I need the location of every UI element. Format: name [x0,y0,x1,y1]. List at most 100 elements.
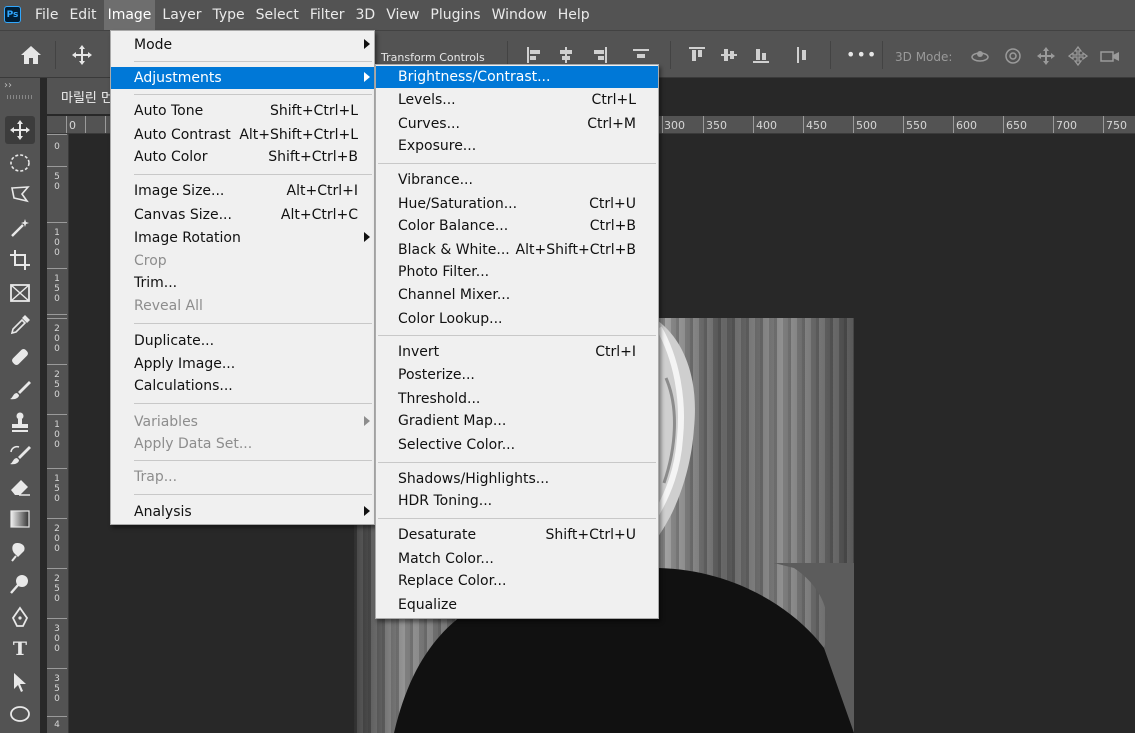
adj-hdr-toning[interactable]: HDR Toning... [376,490,658,512]
adj-invert[interactable]: Invert Ctrl+I [376,341,658,363]
menu-3d[interactable]: 3D [352,0,380,30]
adj-threshold[interactable]: Threshold... [376,388,658,410]
3d-orbit-icon[interactable] [970,46,990,66]
adj-curves[interactable]: Curves... Ctrl+M [376,113,658,135]
align-right-icon[interactable] [590,46,608,64]
3d-mode-label: 3D Mode: [895,50,953,64]
document-tab[interactable]: 마릴린 먼 [47,78,117,114]
image-menu-duplicate[interactable]: Duplicate... [111,330,374,352]
image-menu-analysis[interactable]: Analysis [111,501,374,523]
healing-brush-tool[interactable] [5,343,35,371]
shape-tool[interactable] [5,700,35,728]
adj-selective-color[interactable]: Selective Color... [376,434,658,456]
panel-grip[interactable] [7,95,33,99]
options-separator [55,41,56,69]
more-options-button[interactable]: ••• [846,45,877,64]
3d-camera-icon[interactable] [1100,46,1120,66]
menu-edit[interactable]: Edit [65,0,100,30]
adj-hue-saturation[interactable]: Hue/Saturation... Ctrl+U [376,193,658,215]
3d-roll-icon[interactable] [1003,46,1023,66]
history-brush-icon [10,445,31,465]
dodge-tool[interactable] [5,570,35,598]
adj-equalize[interactable]: Equalize [376,594,658,616]
menu-layer[interactable]: Layer [158,0,205,30]
adj-match-color[interactable]: Match Color... [376,548,658,570]
menu-help[interactable]: Help [554,0,594,30]
distribute-horizontal-icon[interactable] [632,46,650,64]
magic-wand-tool[interactable] [5,214,35,242]
menu-item-label: Exposure... [398,138,477,154]
ruler-label: 100 [54,228,60,258]
image-menu-apply-image[interactable]: Apply Image... [111,353,374,375]
image-menu-calculations[interactable]: Calculations... [111,375,374,397]
image-menu-image-size[interactable]: Image Size... Alt+Ctrl+I [111,180,374,202]
menu-view[interactable]: View [382,0,423,30]
ruler-tick [85,116,86,133]
align-bottom-icon[interactable] [752,46,770,64]
home-icon[interactable] [20,45,42,65]
menu-separator [134,94,372,95]
image-menu-mode[interactable]: Mode [111,34,374,56]
adj-vibrance[interactable]: Vibrance... [376,169,658,191]
ruler-tick [47,222,67,223]
menu-filter[interactable]: Filter [306,0,349,30]
adj-posterize[interactable]: Posterize... [376,364,658,386]
pen-tool[interactable] [5,603,35,631]
menu-item-shortcut: Ctrl+I [595,344,636,360]
move-tool[interactable] [5,116,35,144]
adj-gradient-map[interactable]: Gradient Map... [376,410,658,432]
align-vertical-center-icon[interactable] [720,46,738,64]
blur-tool[interactable] [5,538,35,566]
move-tool-icon[interactable] [70,44,94,66]
adj-levels[interactable]: Levels... Ctrl+L [376,89,658,111]
image-menu-adjustments[interactable]: Adjustments [111,67,374,89]
align-horizontal-center-icon[interactable] [557,46,575,64]
menu-select[interactable]: Select [252,0,303,30]
image-menu-image-rotation[interactable]: Image Rotation [111,227,374,249]
frame-tool[interactable] [5,279,35,307]
ruler-left[interactable]: 0 50 100 150 200 250 0 50 100 150 200 25… [47,134,69,733]
adj-replace-color[interactable]: Replace Color... [376,570,658,592]
align-left-icon[interactable] [526,46,544,64]
adj-channel-mixer[interactable]: Channel Mixer... [376,284,658,306]
ruler-tick [803,116,804,133]
menu-plugins[interactable]: Plugins [426,0,484,30]
adj-desaturate[interactable]: Desaturate Shift+Ctrl+U [376,524,658,546]
adj-color-balance[interactable]: Color Balance... Ctrl+B [376,215,658,237]
menu-item-label: Reveal All [134,298,203,314]
transform-controls-label[interactable]: Transform Controls [381,51,485,64]
clone-stamp-tool[interactable] [5,408,35,436]
marquee-tool[interactable] [5,149,35,177]
menu-window[interactable]: Window [488,0,551,30]
image-menu-auto-tone[interactable]: Auto Tone Shift+Ctrl+L [111,100,374,122]
distribute-vertical-icon[interactable] [794,46,812,64]
adj-color-lookup[interactable]: Color Lookup... [376,308,658,330]
gradient-tool[interactable] [5,505,35,533]
type-tool[interactable]: T [5,635,35,663]
adj-brightness-contrast[interactable]: Brightness/Contrast... [376,66,658,88]
image-menu-canvas-size[interactable]: Canvas Size... Alt+Ctrl+C [111,204,374,226]
collapse-panel-icon[interactable]: ›› [4,80,12,91]
menu-image[interactable]: Image [103,0,156,30]
image-menu-auto-contrast[interactable]: Auto Contrast Alt+Shift+Ctrl+L [111,124,374,146]
adj-photo-filter[interactable]: Photo Filter... [376,261,658,283]
lasso-tool[interactable] [5,181,35,209]
menu-type[interactable]: Type [208,0,248,30]
history-brush-tool[interactable] [5,441,35,469]
align-top-icon[interactable] [688,46,706,64]
menu-item-label: Auto Tone [134,103,204,119]
adj-exposure[interactable]: Exposure... [376,135,658,157]
adj-shadows-highlights[interactable]: Shadows/Highlights... [376,468,658,490]
crop-tool[interactable] [5,246,35,274]
ruler-tick [47,364,67,365]
3d-pan-icon[interactable] [1036,46,1056,66]
eraser-tool[interactable] [5,473,35,501]
image-menu-trim[interactable]: Trim... [111,272,374,294]
path-selection-tool[interactable] [5,668,35,696]
3d-slide-icon[interactable] [1068,46,1088,66]
brush-tool[interactable] [5,376,35,404]
eyedropper-tool[interactable] [5,311,35,339]
menu-file[interactable]: File [31,0,62,30]
image-menu-auto-color[interactable]: Auto Color Shift+Ctrl+B [111,146,374,168]
adj-black-white[interactable]: Black & White... Alt+Shift+Ctrl+B [376,239,658,261]
